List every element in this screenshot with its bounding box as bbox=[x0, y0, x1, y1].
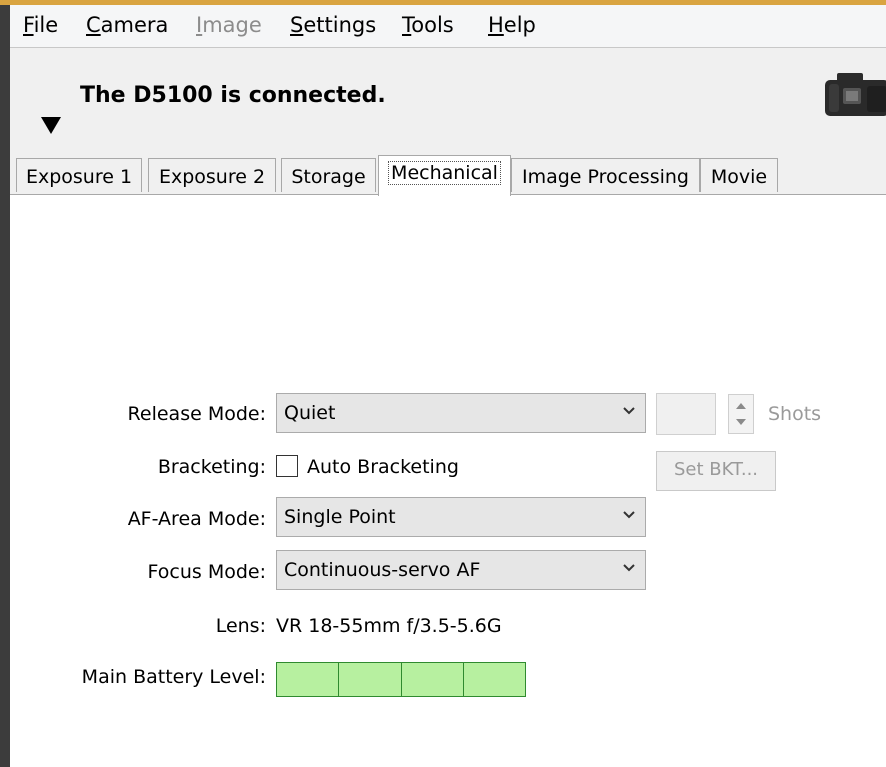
window-left-frame bbox=[0, 5, 10, 767]
stepper-up-icon[interactable] bbox=[736, 403, 746, 409]
battery-segment bbox=[339, 663, 402, 696]
auto-bracketing-label[interactable]: Auto Bracketing bbox=[307, 456, 459, 478]
menu-camera[interactable]: Camera bbox=[86, 13, 168, 37]
set-bkt-button[interactable]: Set BKT... bbox=[656, 451, 776, 491]
shots-label: Shots bbox=[768, 403, 822, 425]
release-mode-label: Release Mode: bbox=[127, 403, 266, 425]
tab-image-processing[interactable]: Image Processing bbox=[511, 158, 700, 192]
tab-mechanical-label: Mechanical bbox=[388, 161, 501, 185]
tab-storage[interactable]: Storage bbox=[281, 158, 376, 192]
tab-bar: Exposure 1 Exposure 2 Storage Mechanical… bbox=[10, 155, 886, 196]
tab-exposure-1[interactable]: Exposure 1 bbox=[16, 158, 142, 192]
connection-header: The D5100 is connected. bbox=[10, 48, 886, 155]
app-window: File Camera Image Settings Tools Help Th… bbox=[10, 5, 886, 767]
release-mode-select[interactable]: Quiet bbox=[276, 393, 646, 433]
af-area-mode-value: Single Point bbox=[284, 506, 396, 528]
tab-mechanical[interactable]: Mechanical bbox=[378, 155, 511, 196]
menu-bar: File Camera Image Settings Tools Help bbox=[10, 5, 886, 48]
tab-exposure-2[interactable]: Exposure 2 bbox=[148, 158, 276, 192]
chevron-down-icon bbox=[623, 407, 635, 415]
focus-mode-label: Focus Mode: bbox=[147, 561, 266, 583]
mechanical-panel: Release Mode: Quiet Shots Bracketing: Au… bbox=[10, 195, 886, 767]
stepper-down-icon[interactable] bbox=[736, 419, 746, 425]
shots-input[interactable] bbox=[656, 393, 716, 435]
battery-segment bbox=[463, 663, 525, 696]
chevron-down-icon bbox=[623, 564, 635, 572]
focus-mode-select[interactable]: Continuous-servo AF bbox=[276, 550, 646, 590]
shots-stepper[interactable] bbox=[728, 394, 754, 434]
lens-label: Lens: bbox=[215, 615, 266, 637]
chevron-down-icon bbox=[623, 511, 635, 519]
af-area-mode-select[interactable]: Single Point bbox=[276, 497, 646, 537]
bracketing-label: Bracketing: bbox=[157, 456, 266, 478]
menu-tools[interactable]: Tools bbox=[402, 13, 454, 37]
tab-movie[interactable]: Movie bbox=[700, 158, 778, 192]
auto-bracketing-checkbox[interactable] bbox=[276, 455, 298, 477]
menu-image[interactable]: Image bbox=[196, 13, 262, 37]
af-area-mode-label: AF-Area Mode: bbox=[127, 508, 266, 530]
lens-value: VR 18-55mm f/3.5-5.6G bbox=[276, 615, 502, 637]
battery-level-meter bbox=[276, 662, 526, 697]
connection-status-text: The D5100 is connected. bbox=[80, 83, 386, 108]
battery-segment bbox=[277, 663, 340, 696]
menu-file[interactable]: File bbox=[23, 13, 58, 37]
battery-level-label: Main Battery Level: bbox=[81, 666, 266, 688]
release-mode-value: Quiet bbox=[284, 402, 336, 424]
triangle-down-icon[interactable] bbox=[41, 117, 61, 134]
menu-settings[interactable]: Settings bbox=[290, 13, 376, 37]
focus-mode-value: Continuous-servo AF bbox=[284, 559, 481, 581]
battery-segment bbox=[401, 663, 464, 696]
menu-help[interactable]: Help bbox=[488, 13, 536, 37]
camera-icon bbox=[825, 73, 886, 116]
